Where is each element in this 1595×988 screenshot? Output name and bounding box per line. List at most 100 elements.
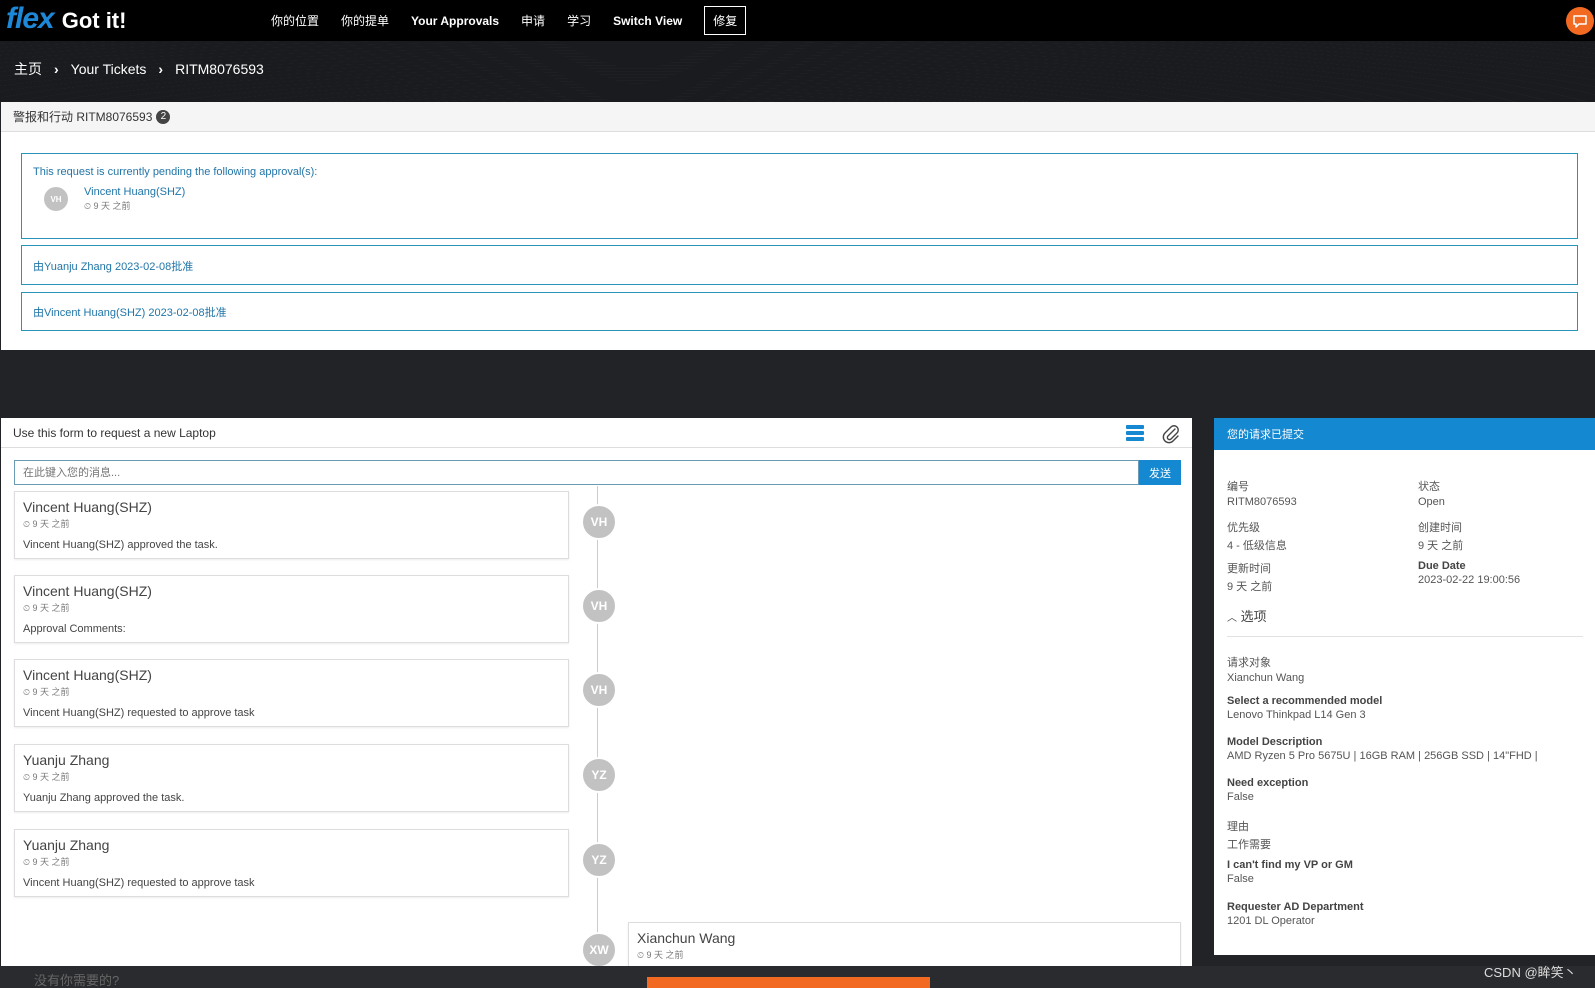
option-field: Requester AD Department 1201 DL Operator <box>1227 901 1538 942</box>
field-value: Xianchun Wang <box>1227 672 1305 684</box>
option-field: 请求对象 Xianchun Wang <box>1227 654 1538 695</box>
activity-author: Vincent Huang(SHZ) <box>23 667 152 683</box>
field-label: 编号 <box>1227 481 1249 493</box>
repair-button[interactable]: 修复 <box>704 6 747 35</box>
nav-your-location[interactable]: 你的位置 <box>271 12 319 29</box>
field-label: 创建时间 <box>1418 522 1462 534</box>
options-toggle[interactable]: ︿ 选项 <box>1227 606 1267 625</box>
field-label: 状态 <box>1418 481 1440 493</box>
options-label: 选项 <box>1240 609 1267 624</box>
field-value: Open <box>1418 496 1445 508</box>
field-value: 1201 DL Operator <box>1227 915 1315 927</box>
chat-bubble-icon <box>1573 15 1587 28</box>
timeline-avatar: YZ <box>581 757 617 793</box>
field-value: AMD Ryzen 5 Pro 5675U | 16GB RAM | 256GB… <box>1227 750 1538 762</box>
activity-card: Yuanju Zhang ⏲ 9 天 之前 Vincent Huang(SHZ)… <box>14 829 569 897</box>
alerts-title: 警报和行动 RITM8076593 <box>13 110 153 124</box>
activity-time: 9 天 之前 <box>32 772 70 782</box>
request-details-panel: 您的请求已提交 编号 RITM8076593 状态 Open 优先级 4 - 低… <box>1214 418 1595 955</box>
footer-bar: 没有你需要的? <box>0 966 1595 988</box>
breadcrumb-home[interactable]: 主页 <box>14 59 42 79</box>
footer-action-button[interactable] <box>647 977 930 988</box>
option-field: Select a recommended model Lenovo Thinkp… <box>1227 695 1538 736</box>
nav-learn[interactable]: 学习 <box>567 12 591 29</box>
approver-avatar: VH <box>44 187 68 211</box>
field-state: 状态 Open <box>1418 478 1445 508</box>
activity-panel: Use this form to request a new Laptop 发送… <box>1 418 1192 970</box>
clock-icon: ⏲ <box>23 519 31 529</box>
nav-switch-view[interactable]: Switch View <box>613 14 682 28</box>
clock-icon: ⏲ <box>23 687 31 697</box>
footer-question: 没有你需要的? <box>34 973 120 988</box>
divider <box>1227 636 1583 637</box>
alerts-panel: 警报和行动 RITM8076593 2 This request is curr… <box>1 102 1595 350</box>
activity-card: Vincent Huang(SHZ) ⏲ 9 天 之前 Vincent Huan… <box>14 659 569 727</box>
logo[interactable]: flex Got it! <box>6 2 126 36</box>
field-label: I can't find my VP or GM <box>1227 859 1353 871</box>
field-label: 更新时间 <box>1227 563 1271 575</box>
timeline-avatar: YZ <box>581 842 617 878</box>
approver-name-link[interactable]: Vincent Huang(SHZ) <box>84 186 185 198</box>
timeline-line <box>597 486 598 966</box>
breadcrumb-current: RITM8076593 <box>175 61 264 77</box>
request-submitted-header: 您的请求已提交 <box>1214 418 1595 450</box>
field-value: 9 天 之前 <box>1227 581 1273 593</box>
chat-button[interactable] <box>1566 7 1594 35</box>
nav-your-approvals[interactable]: Your Approvals <box>411 14 499 28</box>
field-value: False <box>1227 791 1254 803</box>
option-field: Model Description AMD Ryzen 5 Pro 5675U … <box>1227 736 1538 777</box>
option-field: Need exception False <box>1227 777 1538 818</box>
nav-request[interactable]: 申请 <box>521 12 545 29</box>
clock-icon: ⏲ <box>23 857 31 867</box>
chevron-right-icon: › <box>158 61 164 77</box>
send-button[interactable]: 发送 <box>1139 460 1181 485</box>
hero-banner: 主页 › Your Tickets › RITM8076593 <box>0 41 1595 102</box>
field-label: 理由 <box>1227 821 1249 833</box>
message-input[interactable] <box>14 460 1139 485</box>
list-view-icon[interactable] <box>1125 424 1145 445</box>
activity-body: Yuanju Zhang approved the task. <box>23 792 185 804</box>
activity-author: Xianchun Wang <box>637 930 736 946</box>
field-value: 4 - 低级信息 <box>1227 540 1287 552</box>
pending-approval-box: This request is currently pending the fo… <box>21 153 1578 239</box>
activity-header: Use this form to request a new Laptop <box>1 418 1192 448</box>
field-label: 请求对象 <box>1227 657 1271 669</box>
activity-body: Approval Comments: <box>23 623 126 635</box>
message-row: 发送 <box>14 460 1181 485</box>
paperclip-icon[interactable] <box>1161 424 1181 447</box>
timeline-avatar: VH <box>581 672 617 708</box>
nav-your-tickets[interactable]: 你的提单 <box>341 12 389 29</box>
activity-author: Vincent Huang(SHZ) <box>23 583 152 599</box>
approved-box-2: 由Vincent Huang(SHZ) 2023-02-08批准 <box>21 292 1578 331</box>
chevron-right-icon: › <box>54 61 59 77</box>
activity-body: Vincent Huang(SHZ) requested to approve … <box>23 707 255 719</box>
activity-author: Yuanju Zhang <box>23 752 110 768</box>
field-value: 工作需要 <box>1227 839 1271 851</box>
activity-card: Xianchun Wang ⏲ 9 天 之前 <box>628 922 1181 970</box>
field-label: Due Date <box>1418 560 1466 572</box>
field-updated: 更新时间 9 天 之前 <box>1227 560 1272 594</box>
field-created: 创建时间 9 天 之前 <box>1418 519 1463 553</box>
activity-card: Vincent Huang(SHZ) ⏲ 9 天 之前 Approval Com… <box>14 575 569 643</box>
approved-box-1: 由Yuanju Zhang 2023-02-08批准 <box>21 245 1578 285</box>
field-value: False <box>1227 873 1254 885</box>
approved-text-2: 由Vincent Huang(SHZ) 2023-02-08批准 <box>33 307 227 319</box>
alerts-header: 警报和行动 RITM8076593 2 <box>1 102 1595 132</box>
watermark: CSDN @眸笑丶 <box>1484 965 1577 980</box>
clock-icon: ⏲ <box>637 950 645 960</box>
alerts-count-badge: 2 <box>156 109 171 124</box>
clock-icon: ⏲ <box>23 603 31 613</box>
options-fields: 请求对象 Xianchun Wang Select a recommended … <box>1227 654 1538 942</box>
breadcrumb-your-tickets[interactable]: Your Tickets <box>71 61 147 77</box>
nav-menu: 你的位置 你的提单 Your Approvals 申请 学习 Switch Vi… <box>271 0 768 41</box>
timeline-avatar: VH <box>581 588 617 624</box>
field-due-date: Due Date 2023-02-22 19:00:56 <box>1418 560 1520 586</box>
clock-icon: ⏲ <box>23 772 31 782</box>
field-label: Select a recommended model <box>1227 695 1383 707</box>
field-priority: 优先级 4 - 低级信息 <box>1227 519 1287 553</box>
field-value: 9 天 之前 <box>1418 540 1464 552</box>
approved-text-1: 由Yuanju Zhang 2023-02-08批准 <box>33 261 194 273</box>
form-title: Use this form to request a new Laptop <box>13 425 216 440</box>
chevron-up-icon: ︿ <box>1227 613 1237 624</box>
field-value: RITM8076593 <box>1227 496 1297 508</box>
